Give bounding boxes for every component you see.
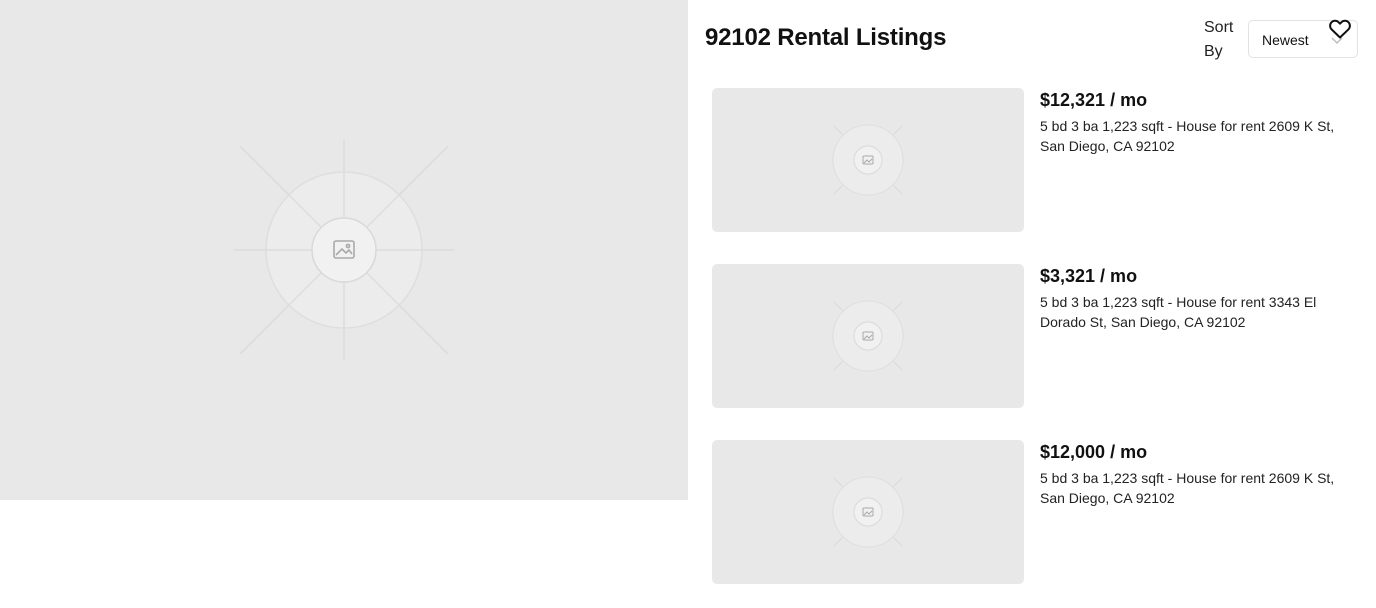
listings-pane: 92102 Rental Listings Sort By Newest $12… [688,0,1376,608]
page-title: 92102 Rental Listings [705,24,947,51]
image-placeholder-graphic [832,300,904,372]
listing-description: 5 bd 3 ba 1,223 sqft - House for rent 26… [1040,118,1335,154]
listing-description: 5 bd 3 ba 1,223 sqft - House for rent 33… [1040,294,1317,330]
listing-description: 5 bd 3 ba 1,223 sqft - House for rent 26… [1040,470,1335,506]
page: 92102 Rental Listings Sort By Newest $12… [0,0,1376,608]
image-placeholder-graphic [832,476,904,548]
listing-image[interactable] [712,264,1024,408]
heart-icon[interactable] [1328,17,1352,41]
image-placeholder-graphic [234,140,454,360]
sort-label: Sort By [1204,19,1234,60]
image-placeholder-graphic [832,124,904,196]
listing-price: $12,000 / mo [1040,442,1148,462]
sort-value: Newest [1262,32,1309,48]
listing-price: $3,321 / mo [1040,266,1138,286]
listing-card[interactable]: $3,321 / mo 5 bd 3 ba 1,223 sqft - House… [712,264,1352,408]
listing-image[interactable] [712,440,1024,584]
listing-price: $12,321 / mo [1040,90,1148,110]
listing-card[interactable]: $12,321 / mo 5 bd 3 ba 1,223 sqft - Hous… [712,88,1352,232]
listing-card[interactable]: $12,000 / mo 5 bd 3 ba 1,223 sqft - Hous… [712,440,1352,584]
listing-image[interactable] [712,88,1024,232]
map-placeholder[interactable] [0,0,688,500]
